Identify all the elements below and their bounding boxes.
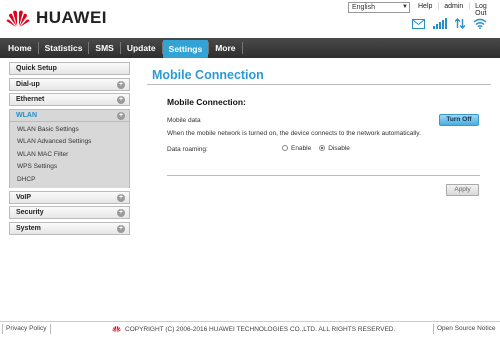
sidebar-item-quick-setup[interactable]: Quick Setup [9, 62, 130, 75]
privacy-policy-link[interactable]: Privacy Policy [6, 325, 46, 332]
roaming-disable-radio[interactable] [319, 145, 326, 151]
apply-button[interactable]: Apply [446, 184, 479, 196]
sidebar-item-label: WLAN [16, 111, 37, 119]
brand-logo: HUAWEI [6, 6, 107, 30]
expand-icon: + [117, 111, 125, 120]
nav-statistics[interactable]: Statistics [39, 38, 89, 58]
sidebar-item-system[interactable]: System + [9, 221, 130, 235]
title-divider [147, 84, 491, 85]
signal-icon [433, 18, 447, 29]
chevron-down-icon: ▼ [402, 4, 408, 10]
nav-update[interactable]: Update [121, 38, 162, 58]
sidebar-item-label: Quick Setup [16, 65, 57, 72]
turn-off-button[interactable]: Turn Off [439, 114, 479, 126]
username-label: admin [444, 3, 464, 10]
nav-home[interactable]: Home [2, 38, 38, 58]
footer-divider-mid [50, 324, 51, 334]
copyright: COPYRIGHT (C) 2006-2016 HUAWEI TECHNOLOG… [112, 325, 395, 333]
top-links: Help | admin | Log Out [418, 3, 500, 17]
settings-sidebar: Quick Setup Dial-up + Ethernet + WLAN + … [9, 62, 130, 237]
data-roaming-options: Enable Disable [282, 145, 350, 152]
huawei-logo-icon [112, 326, 121, 333]
footer-divider [0, 321, 500, 322]
data-transfer-icon [455, 18, 465, 29]
sidebar-item-label: Ethernet [16, 96, 45, 103]
footer-divider-right [433, 324, 434, 334]
expand-icon: + [117, 209, 125, 218]
sidebar-item-security[interactable]: Security + [9, 206, 130, 220]
sidebar-item-dial-up[interactable]: Dial-up + [9, 77, 130, 91]
sidebar-item-label: Dial-up [16, 80, 40, 88]
expand-icon: + [117, 193, 125, 202]
roaming-disable-label: Disable [328, 145, 350, 152]
sidebar-subitem-wlan-basic[interactable]: WLAN Basic Settings [10, 124, 129, 137]
nav-settings[interactable]: Settings [162, 39, 209, 58]
expand-icon: + [117, 80, 125, 89]
brand-name: HUAWEI [36, 8, 107, 27]
sidebar-item-wlan[interactable]: WLAN + [9, 108, 130, 122]
nav-sms[interactable]: SMS [89, 38, 119, 58]
sidebar-item-ethernet[interactable]: Ethernet + [9, 93, 130, 106]
header: HUAWEI English ▼ Help | admin | Log Out [0, 0, 500, 38]
open-source-notice-link[interactable]: Open Source Notice [437, 325, 496, 332]
wlan-submenu: WLAN Basic Settings WLAN Advanced Settin… [9, 121, 130, 189]
main-nav: Home Statistics SMS Update Settings More [0, 38, 500, 58]
language-value: English [352, 4, 375, 11]
sidebar-item-label: VoIP [16, 193, 32, 201]
roaming-disable-option[interactable]: Disable [319, 145, 350, 152]
section-title: Mobile Connection: [167, 97, 246, 107]
sidebar-subitem-wlan-advanced[interactable]: WLAN Advanced Settings [10, 136, 129, 149]
footer-divider-left [2, 324, 3, 334]
footer: Privacy Policy COPYRIGHT (C) 2006-2016 H… [0, 324, 500, 336]
mobile-data-note: When the mobile network is turned on, th… [167, 130, 421, 137]
sidebar-subitem-dhcp[interactable]: DHCP [10, 174, 129, 187]
language-select[interactable]: English ▼ [348, 2, 410, 13]
sidebar-item-label: Security [16, 209, 44, 217]
sidebar-subitem-wlan-mac-filter[interactable]: WLAN MAC Filter [10, 149, 129, 162]
roaming-enable-label: Enable [291, 145, 312, 152]
mobile-data-label: Mobile data [167, 117, 201, 124]
link-divider: | [468, 3, 471, 10]
wifi-icon [473, 18, 487, 29]
logout-link[interactable]: Log Out [475, 3, 500, 17]
mail-icon[interactable] [412, 18, 425, 29]
sidebar-subitem-wps[interactable]: WPS Settings [10, 161, 129, 174]
status-icons [412, 18, 487, 29]
huawei-logo-icon [6, 10, 30, 27]
roaming-enable-option[interactable]: Enable [282, 145, 311, 152]
nav-divider [241, 42, 243, 54]
main-content: Mobile Connection Mobile Connection: Mob… [143, 60, 491, 310]
roaming-enable-radio[interactable] [282, 145, 288, 151]
link-divider: | [437, 3, 440, 10]
expand-icon: + [117, 224, 125, 233]
nav-more[interactable]: More [209, 38, 241, 58]
sidebar-item-voip[interactable]: VoIP + [9, 190, 130, 204]
sidebar-item-label: System [16, 224, 41, 232]
content-divider [167, 175, 480, 176]
page-title: Mobile Connection [152, 68, 264, 82]
data-roaming-label: Data roaming: [167, 146, 208, 153]
copyright-text: COPYRIGHT (C) 2006-2016 HUAWEI TECHNOLOG… [125, 325, 396, 333]
expand-icon: + [117, 96, 125, 104]
help-link[interactable]: Help [418, 3, 432, 17]
